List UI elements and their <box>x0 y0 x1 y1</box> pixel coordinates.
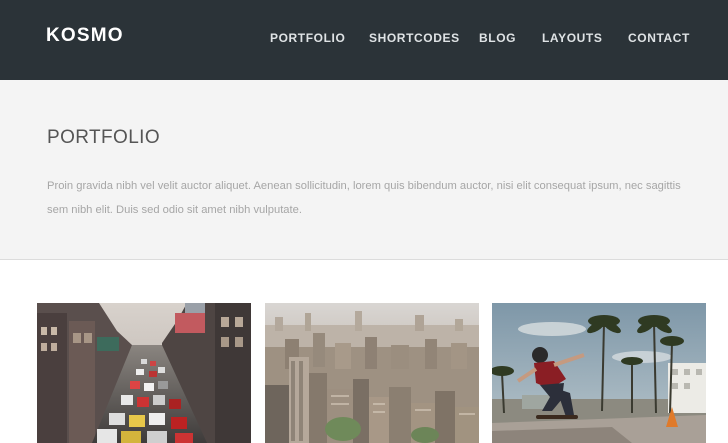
skateboarder-image <box>492 303 706 443</box>
portfolio-item-city-traffic[interactable] <box>37 303 251 443</box>
site-header: KOSMO PORTFOLIO SHORTCODES BLOG LAYOUTS … <box>0 0 728 80</box>
nav-item-shortcodes[interactable]: SHORTCODES <box>369 31 460 45</box>
portfolio-item-city-skyline[interactable] <box>265 303 479 443</box>
portfolio-grid <box>0 303 728 443</box>
intro-text: Proin gravida nibh vel velit auctor aliq… <box>47 180 681 216</box>
nav-item-layouts[interactable]: LAYOUTS <box>542 31 602 45</box>
page-title: PORTFOLIO <box>47 127 161 148</box>
page: KOSMO PORTFOLIO SHORTCODES BLOG LAYOUTS … <box>0 0 728 443</box>
main-nav: PORTFOLIO SHORTCODES BLOG LAYOUTS CONTAC… <box>0 31 728 47</box>
nav-item-contact[interactable]: CONTACT <box>628 31 690 45</box>
nav-item-blog[interactable]: BLOG <box>479 31 516 45</box>
portfolio-item-skateboarder[interactable] <box>492 303 706 443</box>
city-traffic-image <box>37 303 251 443</box>
page-title-section: PORTFOLIO Proin gravida nibh vel velit a… <box>0 80 728 260</box>
city-skyline-image <box>265 303 479 443</box>
nav-item-portfolio[interactable]: PORTFOLIO <box>270 31 345 45</box>
